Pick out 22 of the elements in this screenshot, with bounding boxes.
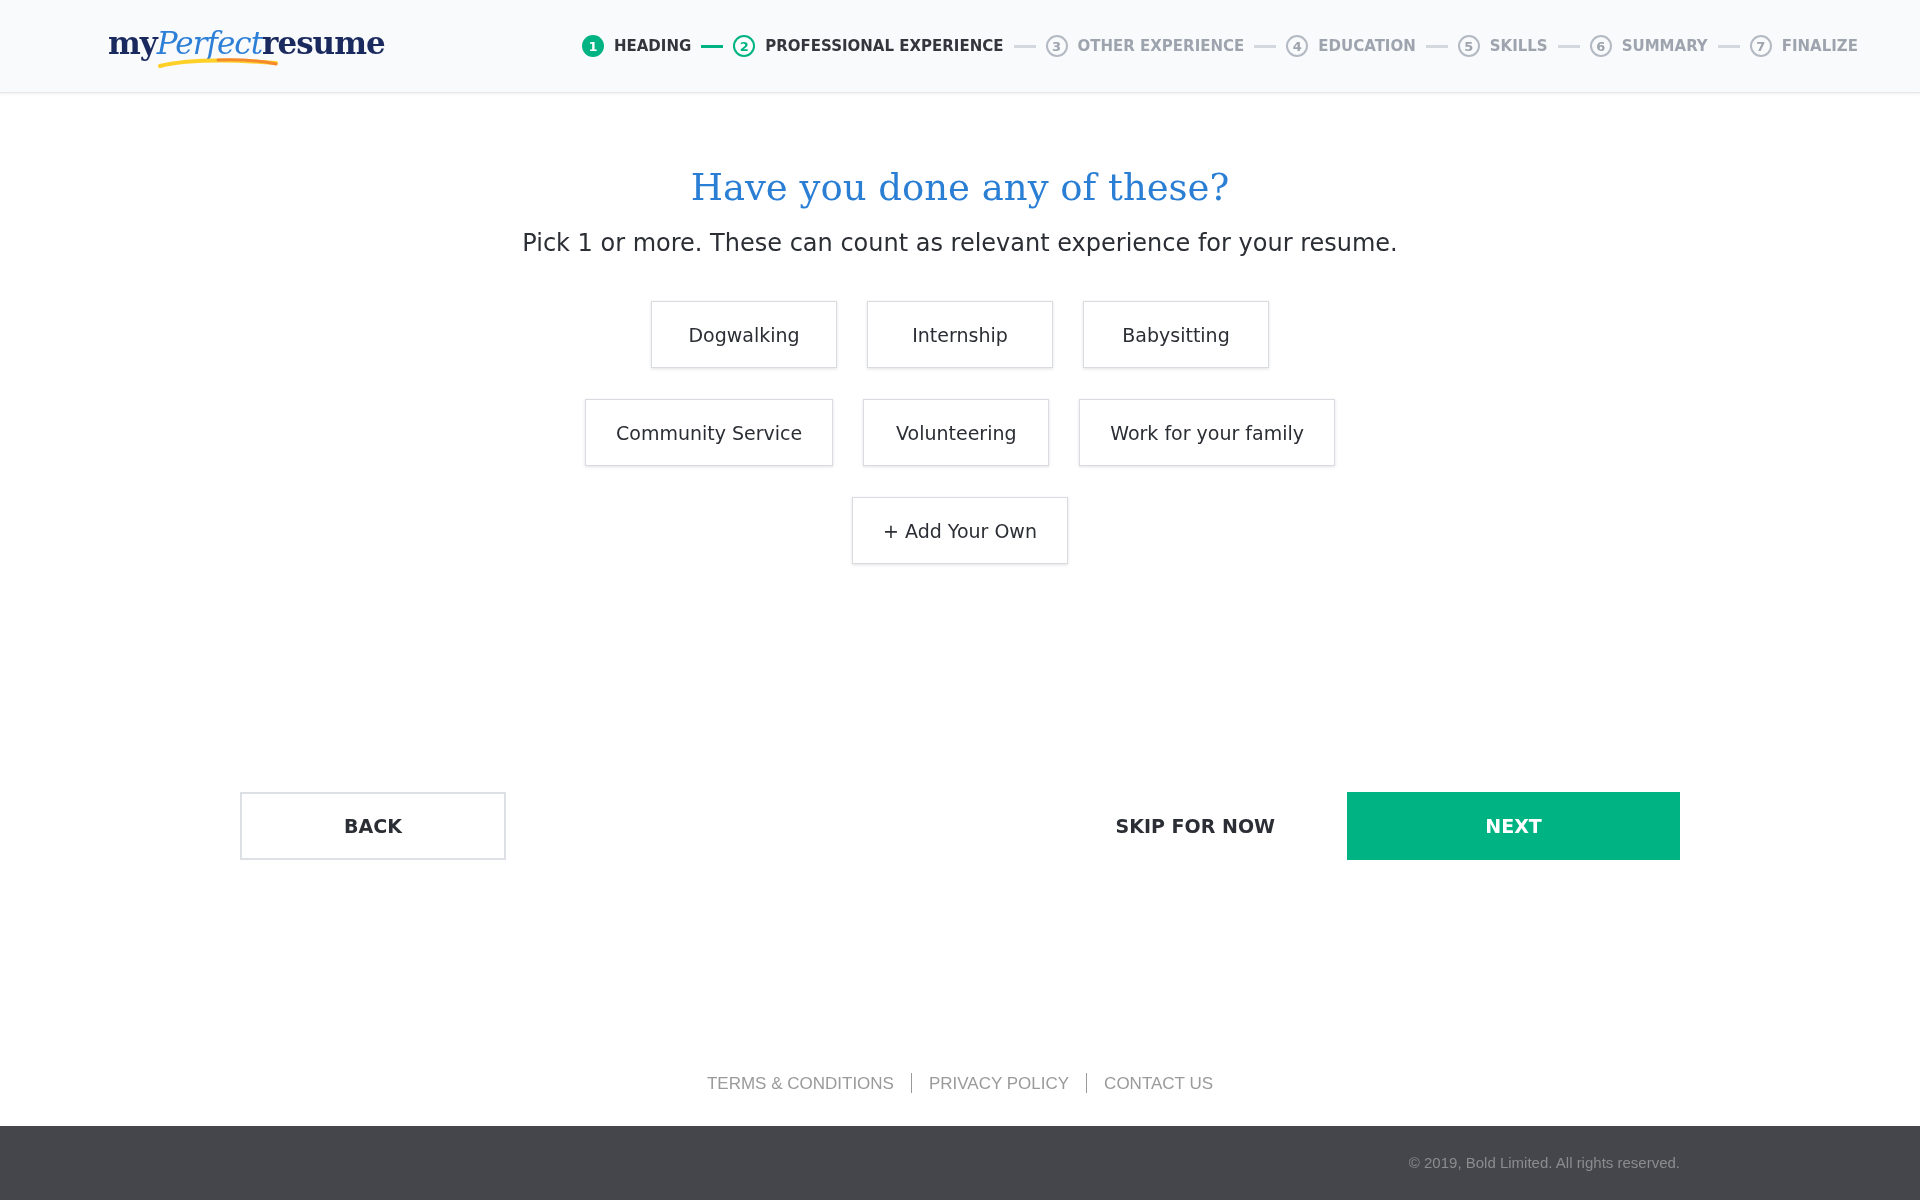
- option-button[interactable]: Volunteering: [863, 399, 1050, 467]
- step-number: 1: [581, 35, 604, 57]
- option-button[interactable]: Work for your family: [1079, 399, 1335, 467]
- step-label[interactable]: HEADING: [613, 34, 692, 58]
- option-button[interactable]: Internship: [867, 301, 1053, 369]
- logo[interactable]: myPerfectresume: [108, 23, 385, 69]
- copyright-text: © 2019, Bold Limited. All rights reserved.: [1408, 1152, 1680, 1173]
- skip-button[interactable]: SKIP FOR NOW: [1103, 792, 1287, 861]
- option-button[interactable]: Babysitting: [1083, 301, 1269, 369]
- step-number: 6: [1589, 35, 1612, 57]
- option-button[interactable]: + Add Your Own: [852, 497, 1068, 565]
- step-number: 2: [733, 35, 756, 57]
- page-subheading: Pick 1 or more. These can count as relevant experience for your resume.: [522, 228, 1398, 260]
- step-number: 5: [1457, 35, 1480, 57]
- page-heading: Have you done any of these?: [690, 165, 1230, 211]
- step-label[interactable]: PROFESSIONAL EXPERIENCE: [765, 34, 1004, 58]
- step-number: 4: [1286, 35, 1309, 57]
- option-button[interactable]: Community Service: [585, 399, 834, 467]
- step-number: 3: [1045, 35, 1068, 57]
- step-number: 7: [1749, 35, 1772, 57]
- option-button[interactable]: Dogwalking: [651, 301, 837, 369]
- back-button[interactable]: BACK: [240, 792, 506, 861]
